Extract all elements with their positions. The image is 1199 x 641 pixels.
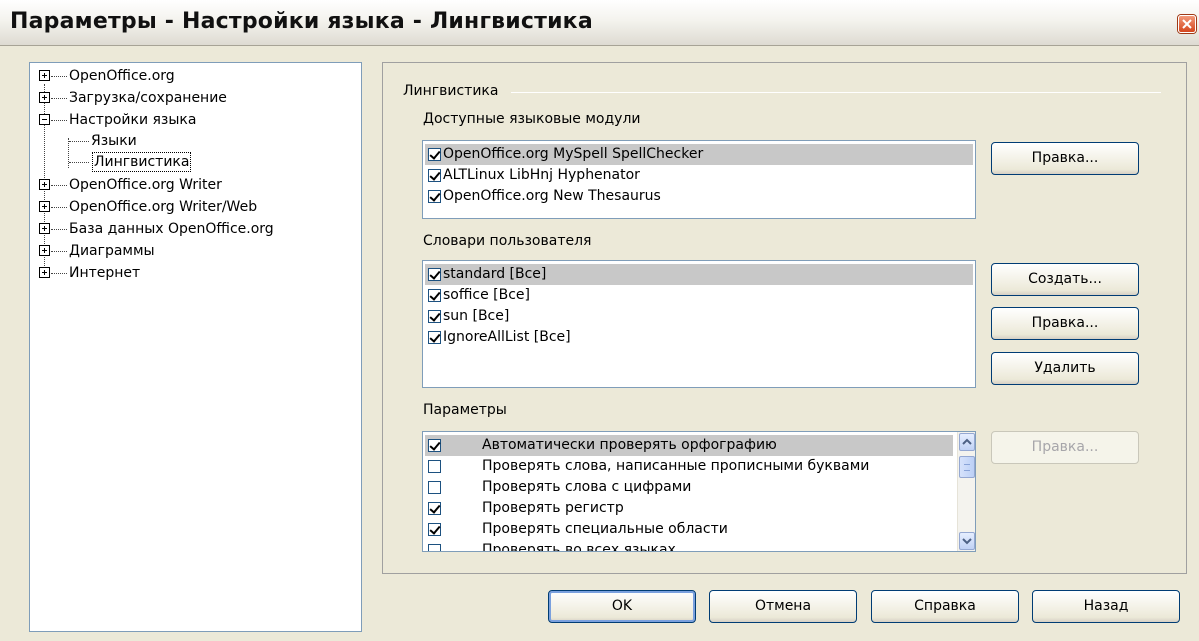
checkbox[interactable] <box>428 169 441 182</box>
modules-list[interactable]: OpenOffice.org MySpell SpellChecker ALTL… <box>422 140 976 219</box>
list-item[interactable]: Проверять слова с цифрами <box>425 477 953 498</box>
scroll-up-button[interactable] <box>959 433 975 451</box>
list-item-label: ALTLinux LibHnj Hyphenator <box>443 167 640 183</box>
window-title: Параметры - Настройки языка - Лингвистик… <box>10 9 593 34</box>
group-label-linguistics: Лингвистика <box>403 83 499 99</box>
list-item-label: Проверять во всех языках <box>482 542 676 552</box>
scroll-down-button[interactable] <box>959 532 975 550</box>
checkbox[interactable] <box>428 289 441 302</box>
scroll-thumb[interactable] <box>959 456 975 478</box>
cancel-button[interactable]: Отмена <box>709 590 857 623</box>
ok-button[interactable]: OK <box>548 590 696 623</box>
tree-item-load-save[interactable]: Загрузка/сохранение <box>69 89 227 107</box>
list-item[interactable]: Проверять слова, написанные прописными б… <box>425 456 953 477</box>
group-divider <box>511 92 1161 93</box>
list-item-label: sun [Все] <box>443 308 510 324</box>
dictionary-delete-button[interactable]: Удалить <box>991 352 1139 385</box>
list-item-label: soffice [Все] <box>443 287 530 303</box>
expand-icon[interactable] <box>39 267 50 278</box>
list-item-label: Проверять слова с цифрами <box>482 479 692 495</box>
help-button[interactable]: Справка <box>871 590 1019 623</box>
list-item[interactable]: Проверять во всех языках <box>425 540 953 552</box>
list-item[interactable]: IgnoreAllList [Все] <box>425 327 973 348</box>
list-item[interactable]: standard [Все] <box>425 264 973 285</box>
dictionaries-label: Словари пользователя <box>423 233 592 249</box>
list-item-label: IgnoreAllList [Все] <box>443 329 571 345</box>
list-item-label: Проверять регистр <box>482 500 624 516</box>
options-label: Параметры <box>423 402 507 418</box>
expand-icon[interactable] <box>39 179 50 190</box>
chevron-down-icon <box>962 538 972 545</box>
checkbox[interactable] <box>428 523 441 536</box>
options-tree[interactable]: OpenOffice.org Загрузка/сохранение Настр… <box>29 62 362 632</box>
back-button[interactable]: Назад <box>1032 590 1180 623</box>
checkbox[interactable] <box>428 331 441 344</box>
checkbox[interactable] <box>428 310 441 323</box>
chevron-up-icon <box>962 438 972 445</box>
dictionary-edit-button[interactable]: Правка... <box>991 307 1139 340</box>
expand-icon[interactable] <box>39 92 50 103</box>
checkbox[interactable] <box>428 481 441 494</box>
list-item-label: OpenOffice.org MySpell SpellChecker <box>443 146 704 162</box>
tree-item-internet[interactable]: Интернет <box>69 264 140 282</box>
list-item-label: OpenOffice.org New Thesaurus <box>443 188 661 204</box>
list-item-label: standard [Все] <box>443 266 547 282</box>
list-item[interactable]: Проверять регистр <box>425 498 953 519</box>
tree-item-writer[interactable]: OpenOffice.org Writer <box>69 176 222 194</box>
list-item[interactable]: Автоматически проверять орфографию <box>425 435 953 456</box>
close-icon <box>1182 19 1192 29</box>
options-edit-button[interactable]: Правка... <box>991 431 1139 464</box>
expand-icon[interactable] <box>39 223 50 234</box>
modules-edit-button[interactable]: Правка... <box>991 142 1139 175</box>
list-item[interactable]: ALTLinux LibHnj Hyphenator <box>425 165 973 186</box>
tree-item-database[interactable]: База данных OpenOffice.org <box>69 220 274 238</box>
options-scrollbar[interactable] <box>957 432 975 551</box>
tree-item-languages[interactable]: Языки <box>91 132 137 150</box>
list-item[interactable]: OpenOffice.org New Thesaurus <box>425 186 973 207</box>
tree-item-openoffice[interactable]: OpenOffice.org <box>69 67 175 85</box>
list-item[interactable]: soffice [Все] <box>425 285 973 306</box>
expand-icon[interactable] <box>39 245 50 256</box>
list-item[interactable]: OpenOffice.org MySpell SpellChecker <box>425 144 973 165</box>
checkbox[interactable] <box>428 544 441 551</box>
dictionary-new-button[interactable]: Создать... <box>991 263 1139 296</box>
checkbox[interactable] <box>428 439 441 452</box>
checkbox[interactable] <box>428 460 441 473</box>
tree-item-writer-web[interactable]: OpenOffice.org Writer/Web <box>69 198 257 216</box>
checkbox[interactable] <box>428 502 441 515</box>
modules-label: Доступные языковые модули <box>423 111 641 127</box>
expand-icon[interactable] <box>39 201 50 212</box>
dictionaries-list[interactable]: standard [Все] soffice [Все] sun [Все] I… <box>422 260 976 388</box>
title-bar: Параметры - Настройки языка - Лингвистик… <box>0 0 1199 46</box>
list-item-label: Проверять специальные области <box>482 521 728 537</box>
list-item[interactable]: sun [Все] <box>425 306 973 327</box>
tree-item-linguistics[interactable]: Лингвистика <box>92 152 192 172</box>
options-list[interactable]: Автоматически проверять орфографию Прове… <box>422 431 976 552</box>
collapse-icon[interactable] <box>39 114 50 125</box>
expand-icon[interactable] <box>39 70 50 81</box>
checkbox[interactable] <box>428 148 441 161</box>
tree-item-charts[interactable]: Диаграммы <box>69 242 155 260</box>
list-item-label: Автоматически проверять орфографию <box>482 437 777 453</box>
list-item[interactable]: Проверять специальные области <box>425 519 953 540</box>
tree-item-language-settings[interactable]: Настройки языка <box>69 111 196 129</box>
checkbox[interactable] <box>428 268 441 281</box>
checkbox[interactable] <box>428 190 441 203</box>
list-item-label: Проверять слова, написанные прописными б… <box>482 458 870 474</box>
linguistics-panel: Лингвистика Доступные языковые модули Op… <box>382 62 1187 574</box>
close-button[interactable] <box>1178 15 1196 33</box>
